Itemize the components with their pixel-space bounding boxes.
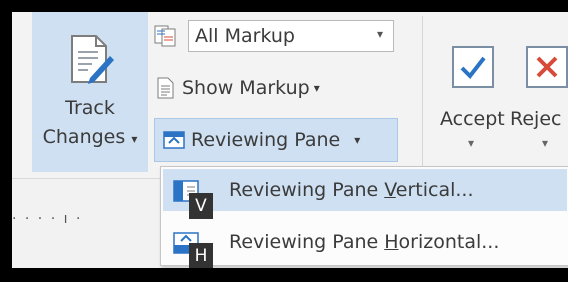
reject-label: Rejec <box>510 108 562 130</box>
chevron-down-icon[interactable]: ▾ <box>542 136 548 150</box>
track-changes-label-text: Changes <box>42 126 126 148</box>
accept-label: Accept <box>440 108 505 130</box>
keytip-v: V <box>189 193 213 219</box>
menu-item-label: Reviewing Pane Horizontal... <box>229 231 499 253</box>
menu-item-label-post: ertical... <box>395 179 474 201</box>
chevron-down-icon[interactable]: ▾ <box>354 133 360 147</box>
reviewing-pane-icon <box>163 131 185 149</box>
menu-item-label-pre: Reviewing Pane <box>229 231 385 253</box>
track-changes-label-line2: Changes ▾ <box>32 126 148 148</box>
reviewing-pane-button[interactable]: Reviewing Pane ▾ <box>154 118 398 162</box>
reviewing-pane-label: Reviewing Pane <box>191 129 341 151</box>
reject-x-icon <box>526 46 568 88</box>
chevron-down-icon[interactable]: ▾ <box>377 27 383 41</box>
chevron-down-icon: ▾ <box>313 81 320 95</box>
reject-button[interactable]: Rejec ▾ <box>510 36 568 176</box>
keytip-h: H <box>189 243 213 268</box>
track-changes-label-line1: Track <box>65 97 115 119</box>
menu-item-reviewing-pane-horizontal[interactable]: Reviewing Pane Horizontal... <box>163 221 567 263</box>
display-for-review-value: All Markup <box>195 25 295 47</box>
menu-item-reviewing-pane-vertical[interactable]: Reviewing Pane Vertical... <box>163 169 567 211</box>
reviewing-pane-inner: Reviewing Pane ▾ <box>163 124 360 156</box>
accept-check-icon <box>452 46 494 88</box>
track-changes-button[interactable]: Track Changes ▾ <box>32 12 148 172</box>
track-changes-icon <box>71 35 114 84</box>
group-divider <box>422 16 423 166</box>
display-for-review-icon <box>154 25 176 47</box>
review-ribbon: Track Changes ▾ All Markup ▾ Show Markup… <box>12 12 568 179</box>
menu-item-access-key: V <box>384 179 396 201</box>
show-markup-button[interactable]: Show Markup ▾ <box>154 72 320 104</box>
show-markup-label: Show Markup <box>182 77 310 99</box>
app-frame: Track Changes ▾ All Markup ▾ Show Markup… <box>12 12 568 268</box>
chevron-down-icon[interactable]: ▾ <box>468 136 474 150</box>
menu-item-label: Reviewing Pane Vertical... <box>229 179 473 201</box>
display-for-review-group <box>154 20 182 52</box>
chevron-down-icon[interactable]: ▾ <box>131 132 137 146</box>
menu-item-label-post: orizontal... <box>398 231 500 253</box>
accept-button[interactable]: Accept ▾ <box>440 36 522 176</box>
menu-item-access-key: H <box>384 231 399 253</box>
show-markup-icon <box>157 77 174 99</box>
reviewing-pane-menu: Reviewing Pane Vertical... Reviewing Pan… <box>160 166 568 268</box>
menu-item-label-pre: Reviewing Pane <box>229 179 385 201</box>
display-for-review-select[interactable]: All Markup ▾ <box>188 20 394 52</box>
